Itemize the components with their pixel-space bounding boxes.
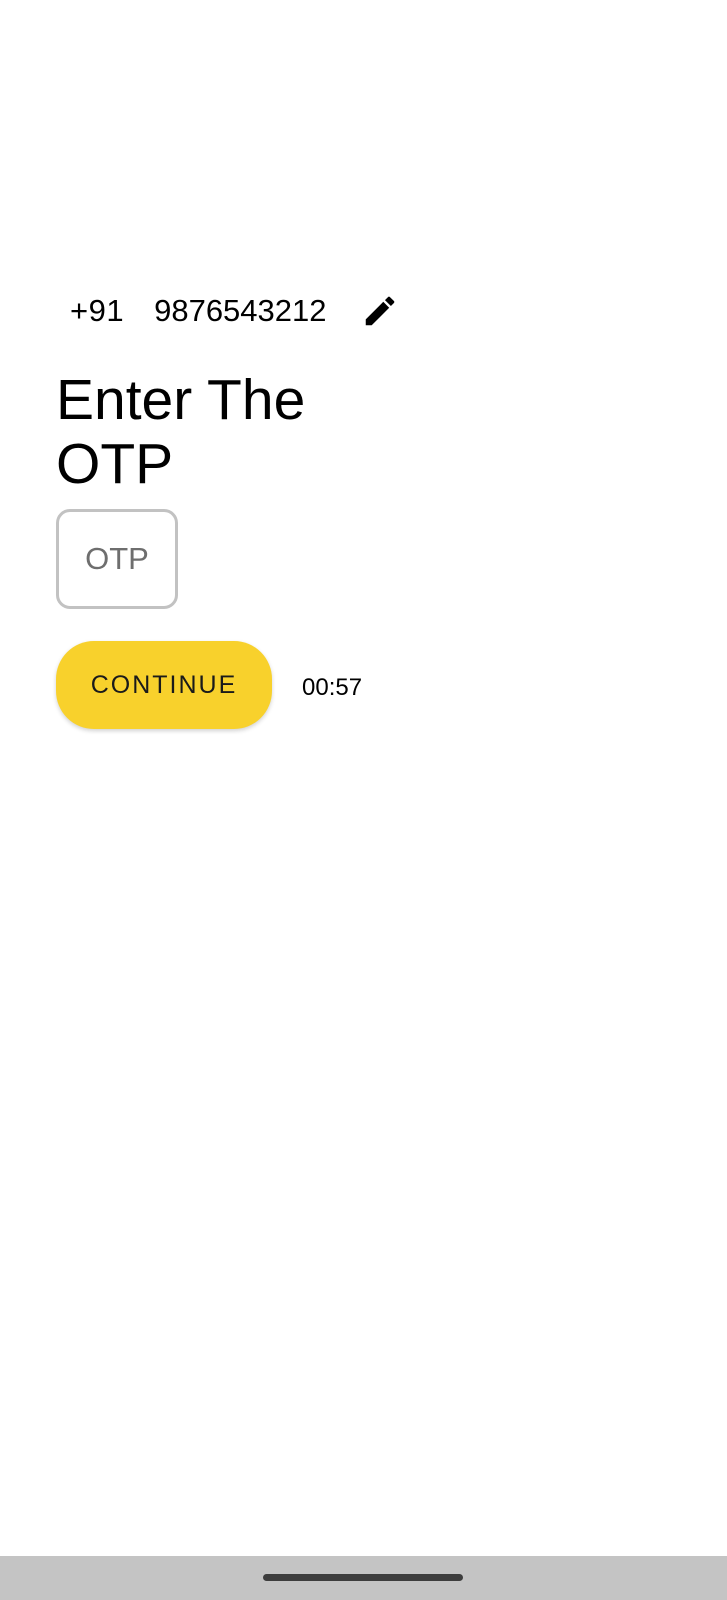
system-nav-bar bbox=[0, 1556, 727, 1600]
edit-phone-icon[interactable] bbox=[361, 292, 399, 330]
phone-row: +91 9876543212 bbox=[70, 285, 399, 337]
country-code: +91 bbox=[70, 293, 125, 328]
countdown-timer: 00:57 bbox=[302, 674, 363, 701]
phone-number: 9876543212 bbox=[154, 293, 327, 328]
page-title: Enter The OTP bbox=[56, 368, 306, 496]
continue-button[interactable]: CONTINUE bbox=[56, 641, 272, 729]
otp-input[interactable] bbox=[56, 509, 178, 609]
pencil-icon bbox=[365, 296, 394, 326]
home-indicator[interactable] bbox=[263, 1574, 463, 1581]
